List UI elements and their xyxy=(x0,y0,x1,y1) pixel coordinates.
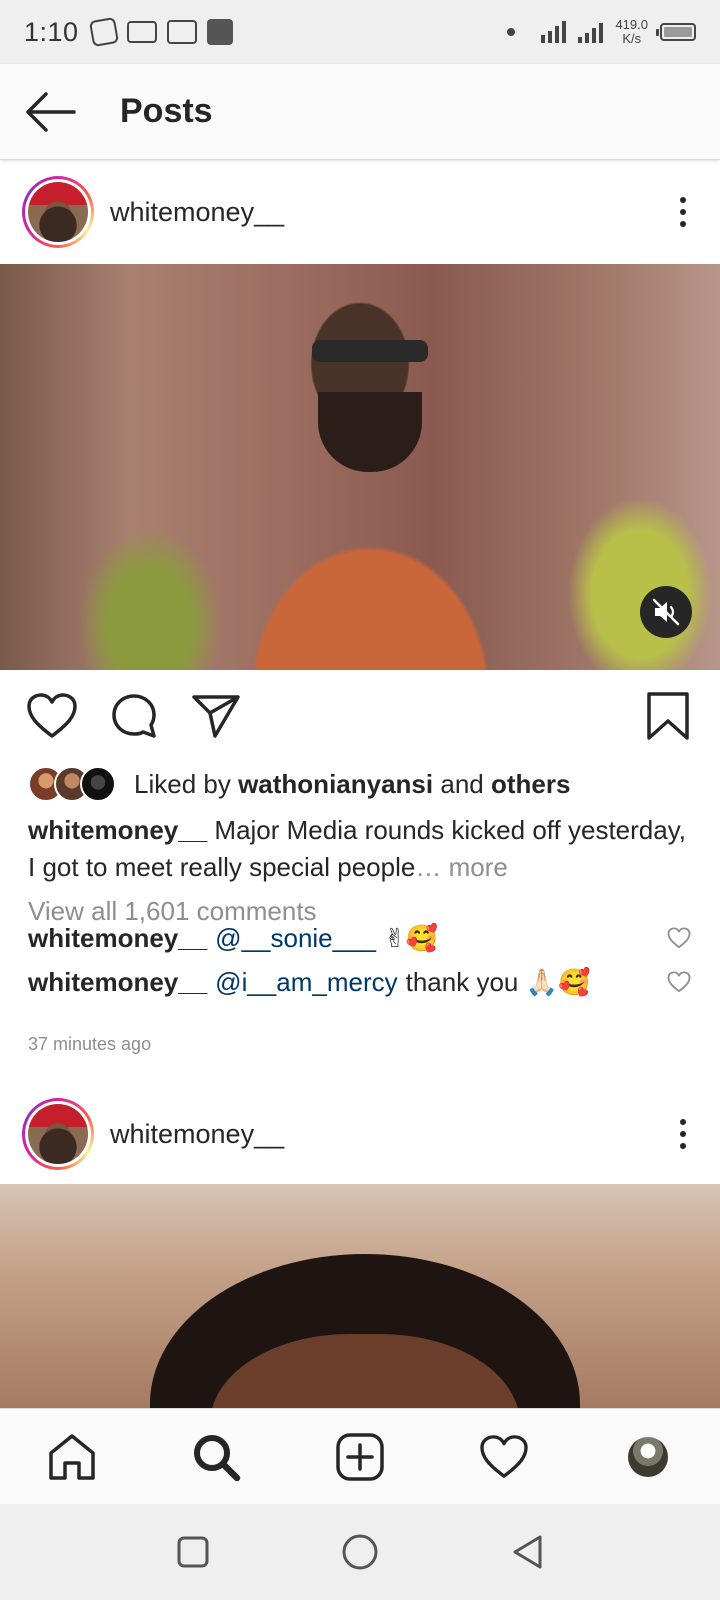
post-timestamp: 37 minutes ago xyxy=(28,1034,152,1054)
liked-by-text: Liked by wathonianyansi and others xyxy=(134,769,570,800)
liked-by-others[interactable]: others xyxy=(491,769,570,799)
more-dot-icon xyxy=(680,209,686,215)
status-time: 1:10 xyxy=(24,16,79,47)
profile-avatar xyxy=(628,1436,668,1477)
comment-username[interactable]: whitemoney__ xyxy=(28,923,207,954)
comment-item: whitemoney__ @__sonie___ ✌🥰 xyxy=(28,920,692,956)
share-button[interactable] xyxy=(188,688,244,744)
avatar[interactable] xyxy=(22,1098,94,1170)
nav-search[interactable] xyxy=(186,1427,246,1487)
circle-home-icon xyxy=(342,1534,378,1570)
post-username[interactable]: whitemoney__ xyxy=(110,197,284,228)
image-notification-icon xyxy=(206,19,233,45)
recents-button[interactable] xyxy=(168,1527,218,1577)
battery-icon xyxy=(656,23,696,41)
send-paper-plane-icon xyxy=(192,695,240,738)
triangle-back-icon xyxy=(513,1535,542,1569)
caption-username[interactable]: whitemoney__ xyxy=(28,815,207,845)
gmail-icon xyxy=(166,20,197,44)
more-dot-icon xyxy=(680,1119,686,1125)
comment-mention[interactable]: @__sonie___ xyxy=(215,923,376,954)
comment-button[interactable] xyxy=(106,688,162,744)
comment-text: ✌🥰 xyxy=(384,922,439,953)
activity-heart-icon xyxy=(480,1434,528,1478)
notification-icons xyxy=(88,16,233,48)
comment-mention[interactable]: @i__am_mercy xyxy=(215,967,397,998)
post-username[interactable]: whitemoney__ xyxy=(110,1119,284,1150)
status-bar: 1:10 419.0 K/s xyxy=(0,0,720,64)
caption-more-link[interactable]: … more xyxy=(415,852,507,882)
comment-item: whitemoney__ @i__am_mercy thank you 🙏🏻🥰 xyxy=(28,964,692,1000)
dot-icon xyxy=(507,28,516,36)
back-system-button[interactable] xyxy=(502,1527,552,1577)
comment-text: thank you 🙏🏻🥰 xyxy=(405,966,591,997)
nav-home[interactable] xyxy=(42,1427,102,1487)
post-video[interactable] xyxy=(0,264,720,670)
liked-by-user[interactable]: wathonianyansi xyxy=(238,769,433,799)
signal-icon xyxy=(578,21,604,43)
square-recents-icon xyxy=(177,1536,209,1568)
heart-icon xyxy=(667,971,691,993)
mute-button[interactable] xyxy=(640,586,692,638)
arrow-left-icon xyxy=(26,91,76,132)
post-actions xyxy=(0,680,720,752)
avatar[interactable] xyxy=(22,176,94,248)
post-header: whitemoney__ xyxy=(0,1084,720,1184)
more-options-button[interactable] xyxy=(668,1114,698,1154)
more-dot-icon xyxy=(680,221,686,227)
status-right: 419.0 K/s xyxy=(507,18,696,46)
nav-new-post[interactable] xyxy=(330,1427,390,1487)
comment-like-button[interactable] xyxy=(666,969,692,995)
app-notification-icon xyxy=(88,16,119,48)
home-system-button[interactable] xyxy=(335,1527,385,1577)
heart-icon xyxy=(667,927,691,949)
comment-bubble-icon xyxy=(112,694,156,738)
page-title: Posts xyxy=(120,92,213,130)
network-speed-value: 419.0 xyxy=(615,17,648,32)
bookmark-icon xyxy=(647,692,689,740)
radio-icon xyxy=(126,21,157,43)
save-button[interactable] xyxy=(640,688,696,744)
video-frame-detail xyxy=(318,392,422,472)
avatar xyxy=(80,766,116,802)
system-navigation-bar xyxy=(0,1504,720,1600)
liker-avatars xyxy=(28,766,116,802)
network-speed-unit: K/s xyxy=(622,31,642,46)
post-header: whitemoney__ xyxy=(0,162,720,262)
new-post-icon xyxy=(336,1432,384,1481)
like-button[interactable] xyxy=(24,688,80,744)
home-icon xyxy=(49,1433,95,1480)
nav-profile[interactable] xyxy=(618,1427,678,1487)
network-speed: 419.0 K/s xyxy=(615,18,648,46)
search-icon xyxy=(194,1434,241,1481)
back-button[interactable] xyxy=(0,64,100,160)
more-options-button[interactable] xyxy=(668,192,698,232)
more-dot-icon xyxy=(680,197,686,203)
top-header: Posts xyxy=(0,64,720,160)
comment-like-button[interactable] xyxy=(666,925,692,951)
video-frame-detail xyxy=(312,340,428,362)
liked-by-row[interactable]: Liked by wathonianyansi and others xyxy=(28,762,570,806)
post-image[interactable] xyxy=(0,1184,720,1408)
signal-3g-icon xyxy=(541,21,567,43)
more-dot-icon xyxy=(680,1131,686,1137)
nav-activity[interactable] xyxy=(474,1427,534,1487)
post-caption: whitemoney__ Major Media rounds kicked o… xyxy=(28,812,698,886)
liked-by-and: and xyxy=(440,768,484,799)
more-dot-icon xyxy=(680,1143,686,1149)
bottom-navigation xyxy=(0,1408,720,1504)
speaker-muted-icon xyxy=(652,598,680,626)
heart-icon xyxy=(27,693,77,738)
liked-by-prefix: Liked by xyxy=(134,768,231,799)
comment-username[interactable]: whitemoney__ xyxy=(28,967,207,998)
